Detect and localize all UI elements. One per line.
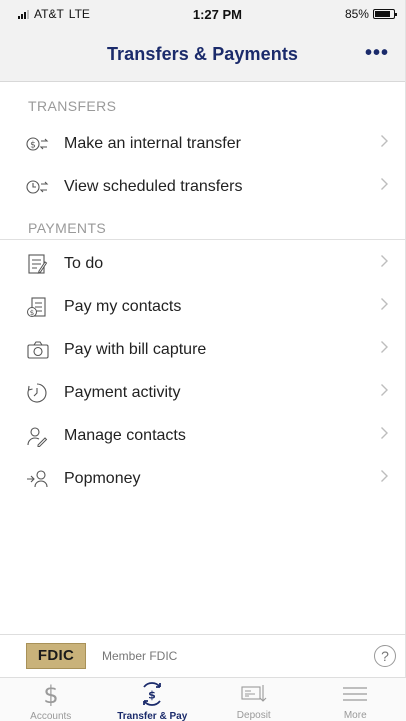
deposit-check-icon xyxy=(240,682,268,705)
chevron-right-icon xyxy=(381,470,388,482)
row-label: To do xyxy=(64,254,104,272)
dollar-icon: $ xyxy=(41,682,61,706)
svg-text:$: $ xyxy=(30,140,36,150)
network-label: LTE xyxy=(68,7,90,21)
status-time: 1:27 PM xyxy=(192,6,242,22)
tab-label: Deposit xyxy=(236,710,271,721)
status-bar: AT&T LTE 1:27 PM 85% xyxy=(0,0,405,28)
nav-bar: Transfers & Payments ••• xyxy=(0,28,405,82)
svg-text:$: $ xyxy=(148,689,156,702)
row-payment-activity[interactable]: Payment activity xyxy=(0,371,405,414)
more-options-button[interactable]: ••• xyxy=(365,42,389,65)
fdic-logo-text: FDIC xyxy=(37,647,75,664)
status-left: AT&T LTE xyxy=(18,7,90,21)
svg-text:$: $ xyxy=(43,682,58,706)
chevron-right-icon xyxy=(381,341,388,353)
battery-percent: 85% xyxy=(344,7,369,21)
popmoney-icon xyxy=(0,469,64,489)
section-header-transfers: TRANSFERS xyxy=(28,98,117,114)
row-label: View scheduled transfers xyxy=(64,177,243,195)
transfer-pay-icon: $ xyxy=(138,682,166,706)
row-pay-my-contacts[interactable]: $ Pay my contacts xyxy=(0,285,405,328)
chevron-right-icon xyxy=(381,178,388,190)
tab-deposit[interactable]: Deposit xyxy=(203,678,305,721)
row-label: Pay with bill capture xyxy=(64,340,207,358)
chevron-right-icon xyxy=(381,298,388,310)
scheduled-transfer-icon xyxy=(0,178,64,196)
internal-transfer-icon: $ xyxy=(0,135,64,153)
camera-icon xyxy=(0,340,64,360)
chevron-right-icon xyxy=(381,427,388,439)
tab-label: More xyxy=(343,710,367,721)
carrier-label: AT&T xyxy=(34,7,64,21)
tab-label: Transfer & Pay xyxy=(117,711,188,721)
help-button[interactable]: ? xyxy=(374,645,396,667)
section-header-payments: PAYMENTS xyxy=(0,208,405,240)
tab-accounts[interactable]: $ Accounts xyxy=(0,678,102,721)
payment-activity-icon xyxy=(0,382,64,404)
row-label: Payment activity xyxy=(64,383,181,401)
tab-label: Accounts xyxy=(30,711,72,721)
pay-contacts-icon: $ xyxy=(0,296,64,318)
footer: FDIC Member FDIC ? xyxy=(0,634,406,676)
battery-icon xyxy=(372,9,397,19)
fdic-logo: FDIC xyxy=(26,642,86,669)
svg-text:$: $ xyxy=(30,309,34,317)
to-do-icon xyxy=(0,253,64,275)
page-title: Transfers & Payments xyxy=(106,44,299,64)
manage-contacts-icon xyxy=(0,425,64,447)
signal-icon xyxy=(18,9,29,19)
row-pay-with-bill-capture[interactable]: Pay with bill capture xyxy=(0,328,405,371)
row-manage-contacts[interactable]: Manage contacts xyxy=(0,414,405,457)
row-make-internal-transfer[interactable]: $ Make an internal transfer xyxy=(0,122,405,165)
row-label: Make an internal transfer xyxy=(64,134,241,152)
member-fdic-text: Member FDIC xyxy=(102,648,178,663)
row-to-do[interactable]: To do xyxy=(0,242,405,285)
tab-bar: $ Accounts $ Transfer & Pay Deposit More xyxy=(0,677,406,721)
status-right: 85% xyxy=(344,7,397,21)
chevron-right-icon xyxy=(381,255,388,267)
tab-transfer-pay[interactable]: $ Transfer & Pay xyxy=(102,678,204,721)
menu-icon xyxy=(342,682,368,705)
transfers-list: $ Make an internal transfer View schedul… xyxy=(0,122,405,208)
row-label: Manage contacts xyxy=(64,426,186,444)
payments-list: To do $ Pay my contacts Pay with bill ca… xyxy=(0,240,405,500)
chevron-right-icon xyxy=(381,384,388,396)
phone-screen: AT&T LTE 1:27 PM 85% Transfers & Payment… xyxy=(0,0,406,721)
row-label: Pay my contacts xyxy=(64,297,182,315)
row-label: Popmoney xyxy=(64,469,141,487)
row-view-scheduled-transfers[interactable]: View scheduled transfers xyxy=(0,165,405,208)
tab-more[interactable]: More xyxy=(305,678,406,721)
chevron-right-icon xyxy=(381,135,388,147)
row-popmoney[interactable]: Popmoney xyxy=(0,457,405,500)
